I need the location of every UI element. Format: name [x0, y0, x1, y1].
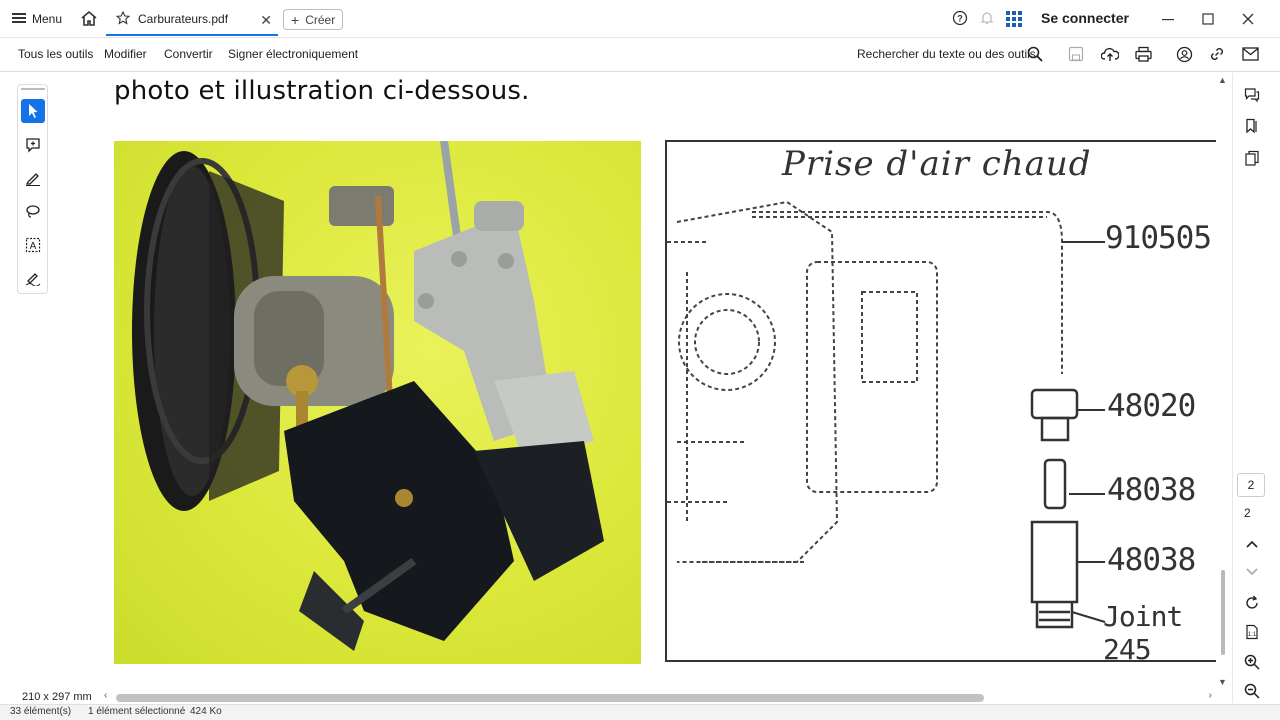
- star-icon[interactable]: [115, 10, 131, 28]
- explorer-status-bar: 33 élément(s) 1 élément sélectionné 424 …: [0, 704, 1280, 720]
- scroll-down-arrow-icon[interactable]: ▼: [1218, 677, 1227, 687]
- horizontal-scrollbar[interactable]: ‹ ›: [104, 690, 1216, 703]
- pdf-viewer-window: Menu Carburateurs.pdf ✕ + Créer ? Se con…: [0, 0, 1280, 720]
- signature-icon[interactable]: [21, 266, 45, 290]
- fit-page-icon[interactable]: 1:1: [1242, 622, 1262, 642]
- edit-link[interactable]: Modifier: [104, 47, 147, 61]
- part-number: 910505: [1105, 220, 1212, 256]
- share-user-icon[interactable]: [1174, 44, 1194, 64]
- home-button[interactable]: [78, 9, 100, 29]
- create-button[interactable]: + Créer: [283, 9, 344, 30]
- apps-grid-icon[interactable]: [1006, 11, 1022, 27]
- help-icon[interactable]: ?: [952, 10, 968, 26]
- bookmark-panel-icon[interactable]: [1242, 116, 1262, 136]
- search-tools-field[interactable]: Rechercher du texte ou des outils: [857, 47, 1036, 61]
- print-icon[interactable]: [1133, 44, 1153, 64]
- email-icon[interactable]: [1240, 44, 1260, 64]
- title-bar: Menu Carburateurs.pdf ✕ + Créer ? Se con…: [0, 0, 1280, 38]
- right-panel-rail: 1:1: [1232, 73, 1280, 703]
- cloud-upload-icon[interactable]: [1100, 44, 1120, 64]
- menu-label: Menu: [32, 12, 63, 26]
- rail-handle[interactable]: [21, 88, 45, 90]
- part-number: 48020: [1107, 388, 1196, 424]
- convert-link[interactable]: Convertir: [164, 47, 213, 61]
- vertical-scroll-thumb[interactable]: [1221, 570, 1225, 655]
- link-icon[interactable]: [1207, 44, 1227, 64]
- page-up-icon[interactable]: [1242, 534, 1262, 554]
- part-number: 48038: [1107, 542, 1196, 578]
- page-down-icon[interactable]: [1242, 562, 1262, 582]
- save-icon[interactable]: [1066, 44, 1086, 64]
- close-tab-icon[interactable]: ✕: [260, 12, 272, 29]
- annotation-tools-rail: A: [17, 84, 48, 294]
- current-page-input[interactable]: 2: [1237, 473, 1265, 497]
- sign-link[interactable]: Signer électroniquement: [228, 47, 358, 61]
- pages-panel-icon[interactable]: [1242, 148, 1262, 168]
- part-number: Joint 245: [1103, 600, 1183, 662]
- carburetor-photo: [114, 141, 641, 664]
- search-icon[interactable]: [1025, 44, 1045, 64]
- zoom-out-icon[interactable]: [1242, 681, 1262, 701]
- menu-button[interactable]: Menu: [12, 9, 62, 29]
- item-count: 33 élément(s): [10, 706, 72, 717]
- maximize-icon[interactable]: [1198, 10, 1218, 28]
- zoom-in-icon[interactable]: [1242, 652, 1262, 672]
- tab-document[interactable]: Carburateurs.pdf ✕: [106, 4, 278, 36]
- technical-diagram: Prise d'air chaud 910505 48020 48038 480…: [665, 140, 1216, 662]
- create-label: Créer: [305, 12, 336, 27]
- tab-title: Carburateurs.pdf: [138, 12, 229, 26]
- minimize-icon[interactable]: [1158, 10, 1178, 28]
- rotate-icon[interactable]: [1242, 593, 1262, 613]
- hamburger-icon: [12, 12, 26, 27]
- diagram-title: Prise d'air chaud: [782, 144, 1092, 184]
- add-comment-icon[interactable]: [21, 133, 45, 157]
- lasso-draw-icon[interactable]: [21, 199, 45, 223]
- svg-text:?: ?: [957, 14, 963, 24]
- svg-text:1:1: 1:1: [1248, 632, 1257, 638]
- file-size: 424 Ko: [190, 706, 222, 717]
- scroll-right-arrow-icon[interactable]: ›: [1209, 690, 1212, 701]
- home-icon: [80, 10, 98, 29]
- horizontal-scroll-thumb[interactable]: [116, 694, 984, 702]
- text-box-icon[interactable]: A: [21, 233, 45, 257]
- selection-status: 1 élément sélectionné: [88, 706, 186, 717]
- close-window-icon[interactable]: [1238, 10, 1258, 28]
- page-size-label: 210 x 297 mm: [22, 691, 92, 703]
- document-viewer[interactable]: photo et illustration ci-dessous. Prise …: [6, 73, 1216, 689]
- viewer-bottom-bar: 210 x 297 mm ‹ ›: [0, 689, 1232, 705]
- plus-icon: +: [291, 11, 300, 28]
- all-tools-link[interactable]: Tous les outils: [18, 47, 93, 61]
- comments-panel-icon[interactable]: [1242, 85, 1262, 105]
- scroll-left-arrow-icon[interactable]: ‹: [104, 690, 107, 701]
- svg-text:A: A: [30, 241, 37, 252]
- toolbar: Tous les outils Modifier Convertir Signe…: [0, 38, 1280, 72]
- vertical-scrollbar[interactable]: ▲ ▼: [1216, 73, 1230, 689]
- part-number: 48038: [1107, 472, 1196, 508]
- select-cursor-icon[interactable]: [21, 99, 45, 123]
- total-pages: 2: [1244, 506, 1251, 520]
- sign-in-button[interactable]: Se connecter: [1041, 10, 1129, 26]
- highlight-pen-icon[interactable]: [21, 166, 45, 190]
- scroll-up-arrow-icon[interactable]: ▲: [1218, 75, 1227, 85]
- bell-icon[interactable]: [979, 10, 995, 26]
- document-text: photo et illustration ci-dessous.: [114, 76, 530, 106]
